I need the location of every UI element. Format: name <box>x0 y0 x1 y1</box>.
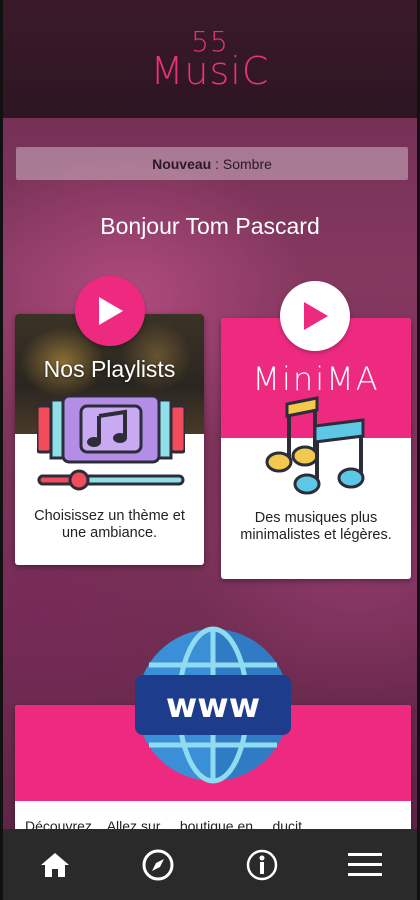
device-frame: 55 MusiC Nouveau : Sombre Bonjour Tom Pa… <box>0 0 420 900</box>
minima-card-title: MiniMA <box>252 360 380 398</box>
hamburger-menu-icon <box>348 852 383 876</box>
nav-explore[interactable] <box>128 835 188 895</box>
nav-info[interactable] <box>232 835 292 895</box>
news-separator: : <box>211 155 223 172</box>
news-value: Sombre <box>222 155 272 172</box>
app-header: 55 MusiC <box>3 0 417 118</box>
info-icon <box>246 849 277 880</box>
minima-card-description: Des musiques plus minimalistes et légère… <box>240 510 392 543</box>
playlists-card[interactable]: Nos Playlists Choisissez un thème et une… <box>15 314 204 565</box>
play-icon <box>304 302 328 330</box>
minima-card[interactable]: MiniMA Des musiques plus minimalistes et… <box>221 318 411 579</box>
nav-menu[interactable] <box>335 835 395 895</box>
svg-text:www: www <box>166 686 260 726</box>
playlists-card-description: Choisissez un thème et une ambiance. <box>34 508 185 541</box>
play-icon <box>99 297 123 325</box>
playlists-play-button[interactable] <box>75 276 145 346</box>
music-notes-icon <box>265 396 365 495</box>
nav-home[interactable] <box>25 835 85 895</box>
bottom-navbar <box>3 829 417 900</box>
minima-play-button[interactable] <box>280 281 350 351</box>
news-banner[interactable]: Nouveau : Sombre <box>16 147 408 180</box>
app-logo[interactable]: 55 MusiC <box>150 28 270 93</box>
app-screen: 55 MusiC Nouveau : Sombre Bonjour Tom Pa… <box>3 0 417 900</box>
playlists-card-title: Nos Playlists <box>43 356 176 382</box>
logo-word: MusiC <box>150 49 270 93</box>
compass-icon <box>142 849 174 880</box>
news-label: Nouveau <box>152 155 212 172</box>
home-icon <box>40 852 69 877</box>
www-globe-icon: www <box>135 626 291 784</box>
music-player-icon <box>37 396 185 491</box>
greeting-text: Bonjour Tom Pascard <box>100 213 320 239</box>
